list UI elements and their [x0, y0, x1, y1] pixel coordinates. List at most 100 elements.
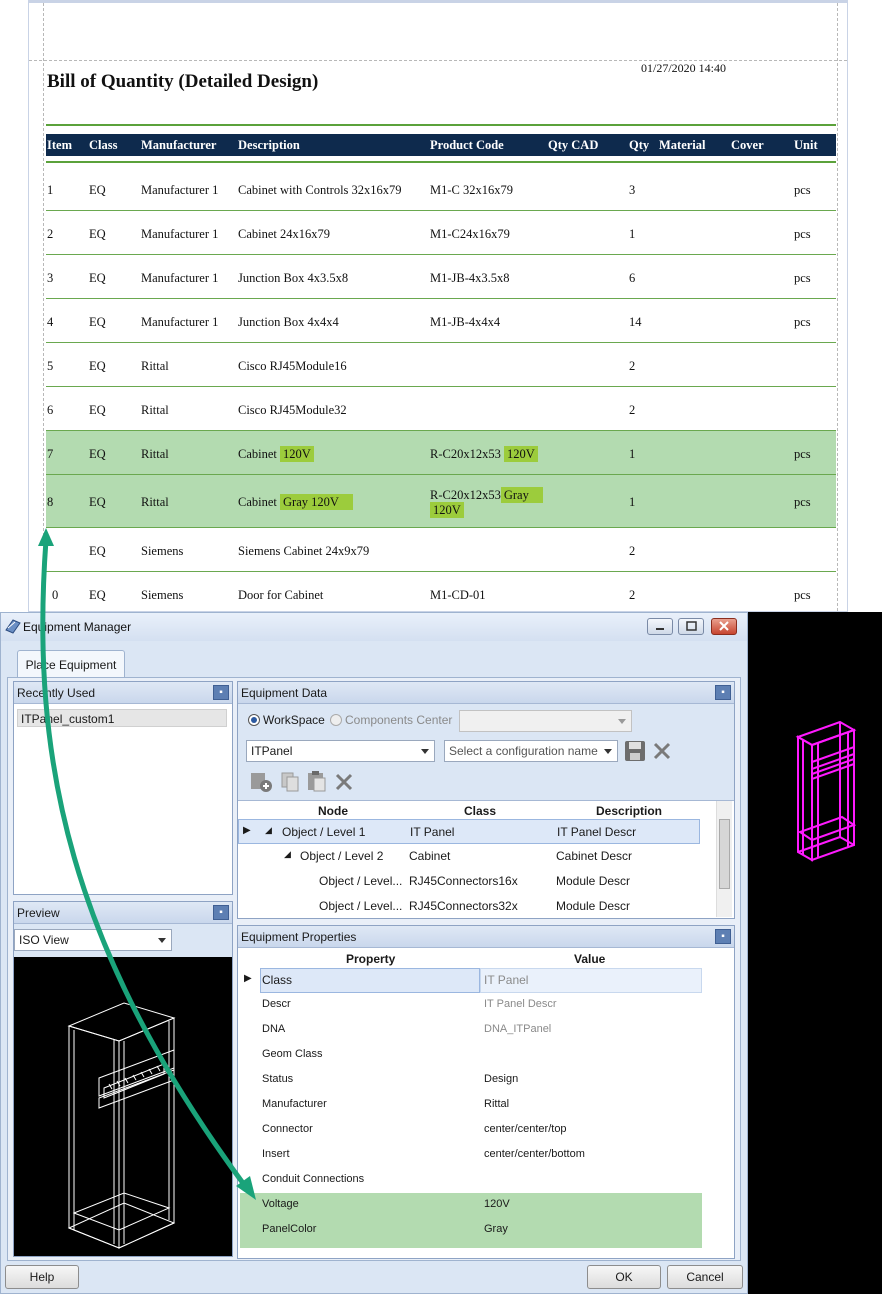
property-row[interactable]: Insert center/center/bottom — [240, 1143, 702, 1168]
preview-cabinet-wireframe[interactable] — [14, 958, 232, 1256]
ok-button[interactable]: OK — [587, 1265, 661, 1289]
node-name: Object / Level... — [319, 874, 403, 888]
cell-manufacturer: Rittal — [141, 359, 169, 373]
property-name: Class — [262, 973, 293, 987]
code-text: R-C20x12x53 — [430, 447, 501, 461]
property-row[interactable]: Geom Class — [240, 1043, 702, 1068]
property-row[interactable]: Conduit Connections — [240, 1168, 702, 1193]
property-row-highlighted[interactable]: Voltage 120V — [240, 1193, 702, 1218]
property-row-highlighted[interactable]: PanelColor Gray — [240, 1218, 702, 1248]
tree-row[interactable]: ▶ ◢ Object / Level 1 IT Panel IT Panel D… — [238, 819, 700, 844]
workspace-radio[interactable] — [248, 714, 260, 726]
col-header: Qty — [629, 138, 650, 152]
scroll-thumb[interactable] — [719, 819, 730, 889]
tree-row[interactable]: Object / Level... RJ45Connectors32x Modu… — [238, 894, 700, 919]
tree-row[interactable]: ◢ Object / Level 2 Cabinet Cabinet Descr — [238, 844, 700, 869]
equipment-data-pane: Equipment Data ▪ WorkSpace Components Cen… — [237, 681, 735, 919]
cell-qty: 2 — [629, 544, 636, 558]
components-center-radio[interactable] — [330, 714, 342, 726]
property-row[interactable]: Descr IT Panel Descr — [240, 993, 702, 1018]
table-row: 4 EQ Manufacturer 1 Junction Box 4x4x4 M… — [46, 299, 836, 343]
current-row-icon: ▶ — [243, 825, 251, 836]
collapse-icon[interactable]: ◢ — [284, 849, 291, 860]
col-header: Item — [47, 138, 72, 152]
pin-icon[interactable]: ▪ — [715, 929, 731, 944]
col-header: Description — [596, 804, 663, 818]
page-margin-guide — [837, 3, 838, 611]
table-row: 6 EQ Rittal Cisco RJ45Module32 2 — [46, 387, 836, 431]
cell-qty: 1 — [629, 227, 636, 241]
pane-title: Equipment Properties — [241, 930, 357, 944]
cell-item: 1 — [47, 183, 54, 197]
highlighted-text: 120V — [430, 502, 464, 518]
paste-icon[interactable] — [306, 770, 328, 792]
cell-qty: 2 — [629, 359, 636, 373]
components-center-select[interactable] — [459, 710, 632, 732]
cell-description: Cabinet Gray 120V — [238, 494, 353, 510]
tree-row[interactable]: Object / Level... RJ45Connectors16x Modu… — [238, 869, 700, 894]
tab-place-equipment[interactable]: Place Equipment — [17, 650, 125, 678]
node-class: RJ45Connectors32x — [409, 899, 518, 913]
property-row[interactable]: ▶ Class IT Panel — [240, 968, 702, 993]
property-name-cell[interactable] — [260, 968, 480, 993]
pin-icon[interactable]: ▪ — [213, 685, 229, 700]
property-row[interactable]: Status Design — [240, 1068, 702, 1093]
property-row[interactable]: Connector center/center/top — [240, 1118, 702, 1143]
pane-title: Recently Used — [17, 686, 96, 700]
col-header: Property — [346, 952, 396, 966]
maximize-button[interactable] — [678, 618, 704, 635]
cell-item: 4 — [47, 315, 54, 329]
highlighted-text: Gray 120V — [280, 494, 353, 510]
minimize-icon — [656, 628, 664, 630]
cell-unit: pcs — [794, 447, 811, 461]
highlighted-text: Gray — [500, 487, 543, 503]
cancel-button[interactable]: Cancel — [667, 1265, 743, 1289]
view-select[interactable]: ISO View — [14, 929, 172, 951]
property-name: DNA — [262, 1023, 286, 1035]
col-header: Class — [464, 804, 497, 818]
cad-viewport[interactable] — [748, 612, 882, 1294]
cell-class: EQ — [89, 359, 106, 373]
remove-icon[interactable] — [334, 772, 354, 792]
vertical-scrollbar[interactable] — [716, 801, 732, 917]
property-value: Gray — [484, 1223, 508, 1235]
close-button[interactable] — [711, 618, 737, 635]
list-item[interactable]: ITPanel_custom1 — [17, 709, 227, 727]
current-row-icon: ▶ — [244, 973, 252, 984]
col-header: Manufacturer — [141, 138, 217, 152]
property-row[interactable]: DNA DNA_ITPanel — [240, 1018, 702, 1043]
description-text: Cabinet — [238, 495, 277, 509]
node-description: Module Descr — [556, 874, 631, 888]
report-page: Bill of Quantity (Detailed Design) 01/27… — [28, 0, 848, 612]
cell-item: 2 — [47, 227, 54, 241]
minimize-button[interactable] — [647, 618, 673, 635]
property-name: Geom Class — [262, 1048, 323, 1060]
cell-class: EQ — [89, 183, 106, 197]
copy-icon[interactable] — [280, 771, 300, 793]
pin-icon[interactable]: ▪ — [213, 905, 229, 920]
delete-icon[interactable] — [652, 741, 672, 761]
cell-code-line2: 120V — [430, 502, 464, 518]
cell-item: 6 — [47, 403, 54, 417]
configuration-select[interactable]: Select a configuration name — [444, 740, 618, 762]
cell-class: EQ — [89, 544, 106, 558]
cell-manufacturer: Manufacturer 1 — [141, 183, 219, 197]
save-icon[interactable] — [624, 740, 646, 762]
pane-header: Equipment Properties ▪ — [238, 926, 734, 948]
cabinet-wireframe-icon — [795, 720, 857, 862]
pin-icon[interactable]: ▪ — [715, 685, 731, 700]
cell-description: Cabinet 24x16x79 — [238, 227, 331, 241]
report-title: Bill of Quantity (Detailed Design) — [47, 71, 319, 92]
help-button[interactable]: Help — [5, 1265, 79, 1289]
add-node-icon[interactable] — [250, 771, 274, 793]
equipment-manager-dialog: Equipment Manager Place Equipment Recent… — [0, 612, 748, 1294]
equipment-type-select[interactable]: ITPanel — [246, 740, 435, 762]
pane-header: Recently Used ▪ — [14, 682, 232, 704]
cell-description: Cabinet with Controls 32x16x79 — [238, 183, 402, 197]
title-bar[interactable]: Equipment Manager — [1, 613, 747, 641]
cell-item: 8 — [47, 495, 54, 509]
report-date: 01/27/2020 14:40 — [641, 61, 727, 75]
collapse-icon[interactable]: ◢ — [265, 825, 272, 836]
cell-class: EQ — [89, 315, 106, 329]
property-row[interactable]: Manufacturer Rittal — [240, 1093, 702, 1118]
